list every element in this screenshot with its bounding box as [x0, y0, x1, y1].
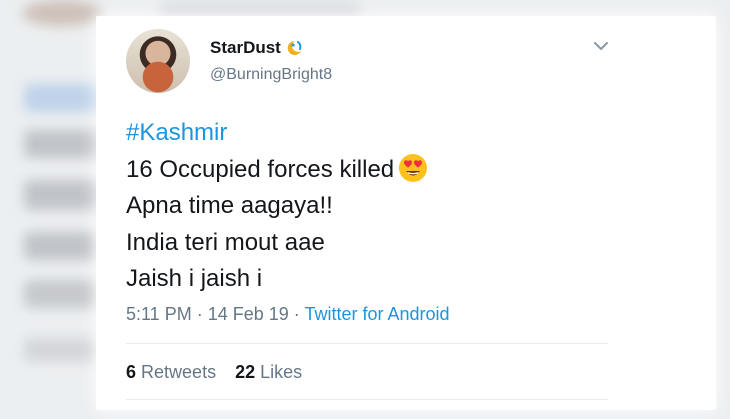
blurred-text: [24, 280, 99, 308]
tweet-line: 16 Occupied forces killed: [126, 152, 428, 189]
likes-count: 22: [235, 362, 256, 382]
user-handle[interactable]: @BurningBright8: [210, 66, 332, 84]
retweets-stat[interactable]: 6 Retweets: [126, 362, 216, 382]
likes-label: Likes: [260, 362, 303, 382]
divider: [126, 399, 608, 400]
tweet-line-text: 16 Occupied forces killed: [126, 155, 395, 183]
meta-separator: ·: [288, 304, 305, 324]
tweet-date[interactable]: 14 Feb 19: [208, 304, 289, 324]
retweets-label: Retweets: [141, 362, 217, 382]
heart-eyes-emoji-icon: [399, 153, 428, 182]
tweet-meta: 5:11 PM · 14 Feb 19 · Twitter for Androi…: [126, 304, 450, 325]
tweet-line: Apna time aagaya!!: [126, 192, 333, 219]
tweet-text: #Kashmir 16 Occupied forces killed Apna …: [126, 115, 428, 298]
blurred-text: [24, 180, 104, 210]
blurred-avatar: [22, 0, 102, 26]
display-name-text: StarDust: [210, 38, 281, 57]
hashtag-link[interactable]: #Kashmir: [126, 115, 428, 152]
tweet-card: StarDust @BurningBright8 #Kashmir 16 Occ…: [96, 16, 716, 410]
crescent-star-icon: [287, 40, 302, 55]
meta-separator: ·: [191, 304, 208, 324]
tweet-line: India teri mout aae: [126, 228, 325, 256]
display-name[interactable]: StarDust: [210, 38, 303, 58]
tweet-time[interactable]: 5:11 PM: [126, 304, 192, 324]
tweet-source-link[interactable]: Twitter for Android: [304, 304, 449, 324]
likes-stat[interactable]: 22 Likes: [235, 362, 302, 382]
blurred-text: [24, 232, 99, 260]
tweet-line: Jaish i jaish i: [126, 265, 263, 292]
avatar[interactable]: [126, 29, 190, 93]
tweet-stats: 6 Retweets 22 Likes: [126, 362, 316, 383]
retweets-count: 6: [126, 362, 137, 382]
blurred-text: [24, 338, 99, 362]
chevron-down-icon[interactable]: [593, 40, 609, 52]
divider: [126, 343, 608, 344]
